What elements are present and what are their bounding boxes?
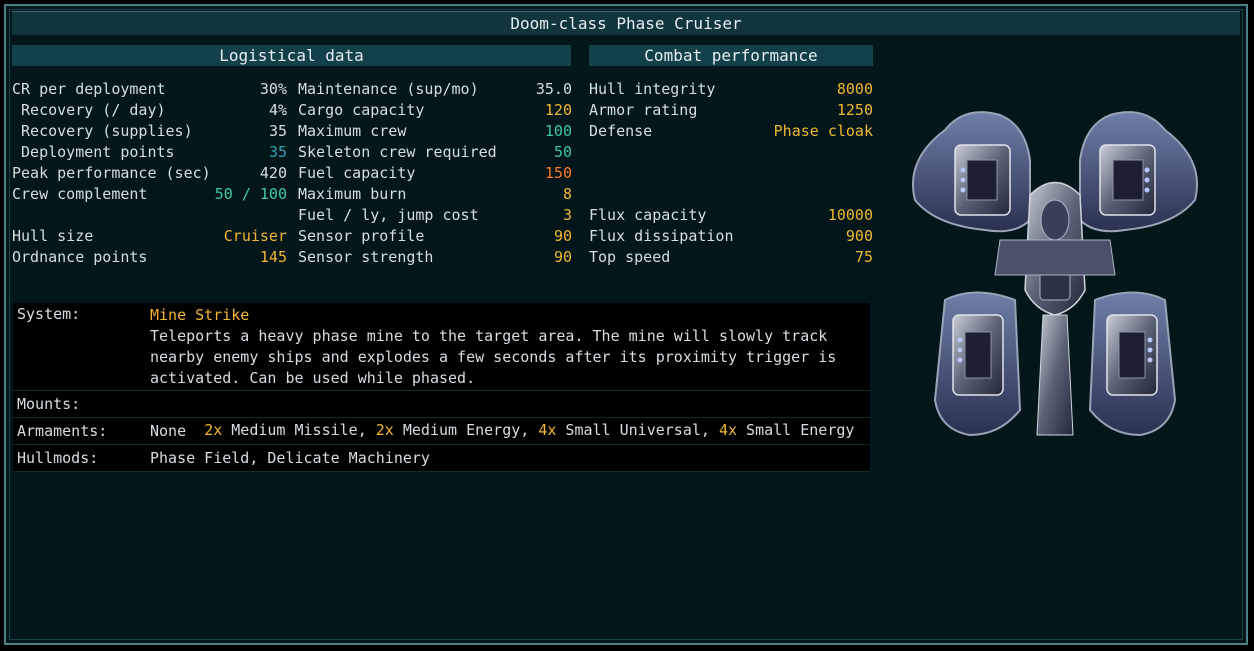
combat-stat-label: Armor rating [589,101,698,119]
armaments-label: Armaments: [17,422,108,440]
logistics-stat-label: Sensor strength [298,248,434,266]
combat-stat-row: Top speed 75 [589,247,873,268]
logistics-stat-value: 30% [259,80,287,98]
system-desc-line: activated. Can be used while phased. [150,369,476,387]
logistics-stat-label: Maintenance (sup/mo) [298,80,479,98]
logistics-stat-row: CR per deployment 30% [12,79,287,100]
combat-stat-row [589,142,873,163]
logistics-stat-row: Maximum crew 100 [298,121,572,142]
logistics-stat-row: Fuel / ly, jump cost 3 [298,205,572,226]
mounts-row: Mounts: 2x Medium Missile, 2x Medium Ene… [13,391,870,439]
logistics-stat-row: Sensor profile 90 [298,226,572,247]
details-panel: System: Mine Strike Teleports a heavy ph… [13,303,870,472]
logistics-stat-label: Recovery (/ day) [12,101,166,119]
combat-stat-label: Defense [589,122,653,140]
hullmods-label: Hullmods: [17,449,99,467]
system-name[interactable]: Mine Strike [150,305,870,326]
ship-title: Doom-class Phase Cruiser [12,11,1240,35]
logistics-stat-value: 35.0 [535,80,572,98]
hullmods-value: Phase Field, Delicate Machinery [150,449,430,467]
logistics-stat-value: 50 [553,143,572,161]
logistics-stat-row: Fuel capacity 150 [298,163,572,184]
logistics-stat-row: Maximum burn 8 [298,184,572,205]
combat-stat-value: Phase cloak [773,122,873,140]
system-value: Mine Strike Teleports a heavy phase mine… [150,305,870,389]
logistics-stat-value: 100 [544,122,572,140]
logistics-stat-value: 90 [553,227,572,245]
logistics-stat-row: Ordnance points 145 [12,247,287,268]
logistics-stat-row: Deployment points 35 [12,142,287,163]
logistics-stat-label: Hull size [12,227,94,245]
logistics-stat-value: 90 [553,248,572,266]
logistics-header: Logistical data [12,45,571,66]
combat-stat-row [589,184,873,205]
logistics-stat-label: Skeleton crew required [298,143,497,161]
logistics-stat-label: Fuel / ly, jump cost [298,206,479,224]
logistics-stat-row: Skeleton crew required 50 [298,142,572,163]
combat-stat-label: Hull integrity [589,80,716,98]
logistics-stat-label: Crew complement [12,185,148,203]
combat-stat-row: Flux capacity 10000 [589,205,873,226]
logistics-stat-value: Cruiser [223,227,287,245]
mounts-label: Mounts: [17,395,81,413]
logistics-stat-label: Sensor profile [298,227,425,245]
logistics-stat-value: 420 [259,164,287,182]
combat-header: Combat performance [589,45,873,66]
logistics-stat-value: 145 [259,248,287,266]
logistics-stat-row: Cargo capacity 120 [298,100,572,121]
logistics-stat-label: Maximum crew [298,122,407,140]
combat-stat-label: Flux capacity [589,206,707,224]
combat-stat-value: 10000 [827,206,873,224]
logistics-stat-value: 150 [544,164,572,182]
combat-stat-row: Armor rating 1250 [589,100,873,121]
logistics-stat-value: 4% [268,101,287,119]
logistics-stat-value: 50 / 100 [214,185,287,203]
system-desc-line: nearby enemy ships and explodes a few se… [150,348,837,366]
logistics-stat-row: Recovery (/ day) 4% [12,100,287,121]
logistics-stat-label: CR per deployment [12,80,166,98]
logistics-stat-row: Hull size Cruiser [12,226,287,247]
combat-stat-value: 8000 [836,80,873,98]
logistics-stat-value: 3 [562,206,572,224]
logistics-stat-row: Recovery (supplies) 35 [12,121,287,142]
logistics-stat-value: 35 [268,143,287,161]
logistics-stat-label: Peak performance (sec) [12,164,211,182]
combat-stat-row: Defense Phase cloak [589,121,873,142]
logistics-stat-label: Recovery (supplies) [12,122,193,140]
combat-stat-row: Hull integrity 8000 [589,79,873,100]
logistics-stat-label: Cargo capacity [298,101,425,119]
hullmods-row: Hullmods: Phase Field, Delicate Machiner… [13,445,870,472]
logistics-stat-label: Maximum burn [298,185,407,203]
logistics-stat-value: 35 [268,122,287,140]
logistics-stat-row: Maintenance (sup/mo) 35.0 [298,79,572,100]
combat-stat-value: 75 [854,248,873,266]
logistics-stat-value: 120 [544,101,572,119]
combat-stat-row: Flux dissipation 900 [589,226,873,247]
logistics-stat-row: Peak performance (sec) 420 [12,163,287,184]
combat-stat-label: Flux dissipation [589,227,734,245]
logistics-stat-row: Sensor strength 90 [298,247,572,268]
phase-cruiser-sprite-icon [912,111,1198,437]
combat-stat-row [589,163,873,184]
system-row: System: Mine Strike Teleports a heavy ph… [13,303,870,391]
armaments-value: None [150,422,187,440]
combat-stat-value: 1250 [836,101,873,119]
system-desc-line: Teleports a heavy phase mine to the targ… [150,327,828,345]
system-label: System: [17,305,81,323]
logistics-stat-label: Fuel capacity [298,164,416,182]
armaments-row: Armaments: None [13,418,870,445]
combat-stat-value: 900 [845,227,873,245]
logistics-stat-row [12,205,287,226]
logistics-stat-label: Deployment points [12,143,175,161]
combat-stat-label: Top speed [589,248,671,266]
logistics-stat-value: 8 [562,185,572,203]
logistics-stat-row: Crew complement 50 / 100 [12,184,287,205]
logistics-stat-label: Ordnance points [12,248,148,266]
